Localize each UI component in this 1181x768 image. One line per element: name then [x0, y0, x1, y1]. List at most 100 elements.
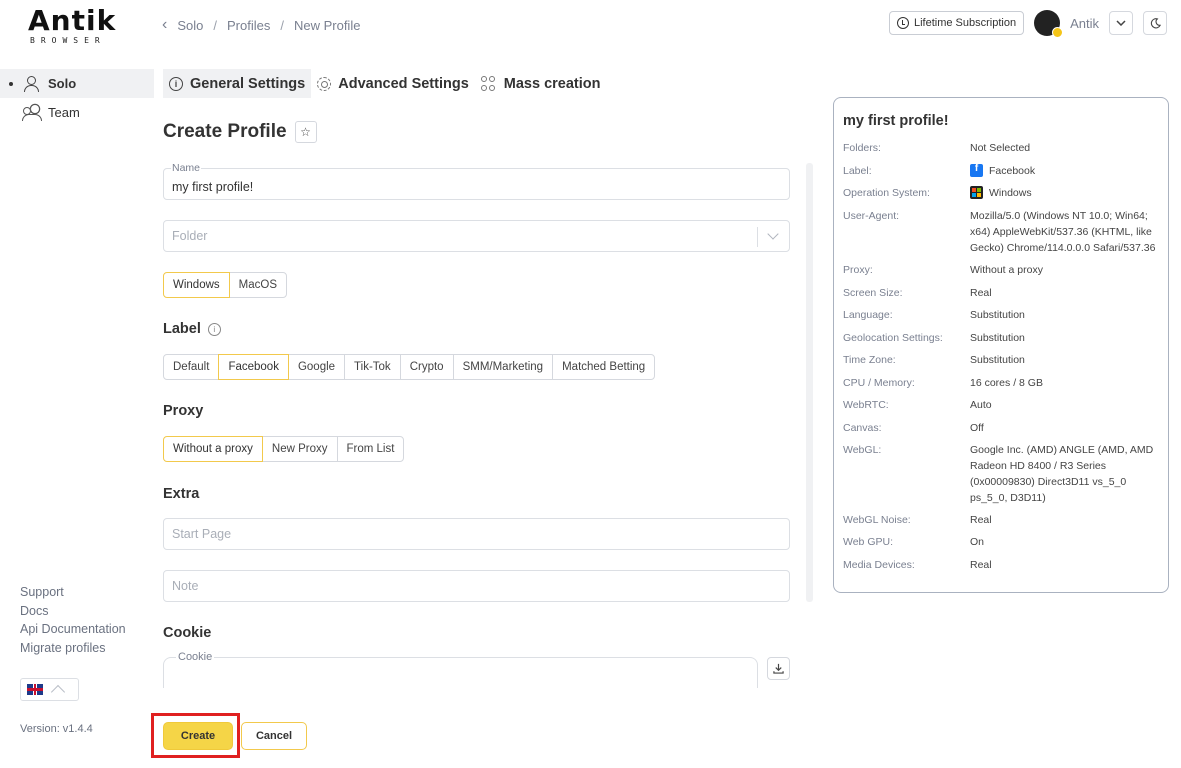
summary-row-media-devices: Media Devices: Real	[843, 557, 1161, 573]
summary-value: Facebook	[989, 165, 1036, 177]
breadcrumb: ‹ Solo / Profiles / New Profile	[162, 16, 360, 34]
gear-icon	[317, 76, 332, 91]
lifetime-subscription-button[interactable]: Lifetime Subscription	[888, 11, 1025, 35]
label-option-matched-betting[interactable]: Matched Betting	[552, 354, 656, 380]
tab-mass-creation[interactable]: Mass creation	[475, 69, 607, 98]
name-input[interactable]	[164, 169, 789, 199]
cookie-section-heading: Cookie	[163, 625, 211, 641]
create-button[interactable]: Create	[163, 722, 233, 750]
tab-advanced-settings[interactable]: Advanced Settings	[311, 69, 475, 98]
os-segmented-control: Windows MacOS	[163, 272, 287, 298]
label-option-default[interactable]: Default	[163, 354, 220, 380]
summary-row-time-zone: Time Zone: Substitution	[843, 352, 1161, 368]
summary-key: Operation System:	[843, 187, 930, 199]
summary-value: On	[970, 536, 985, 548]
cancel-button[interactable]: Cancel	[241, 722, 307, 750]
breadcrumb-new-profile: New Profile	[293, 17, 361, 33]
label-option-tik-tok[interactable]: Tik-Tok	[344, 354, 401, 380]
summary-row-webgl-noise: WebGL Noise: Real	[843, 512, 1161, 528]
name-field-wrapper: Name	[163, 162, 790, 200]
top-right-controls: Lifetime Subscription Antik	[888, 10, 1167, 38]
tab-label: Advanced Settings	[338, 75, 469, 92]
migrate-profiles-link[interactable]: Migrate profiles	[20, 641, 126, 657]
summary-value: Substitution	[970, 309, 1025, 321]
summary-key: WebRTC:	[843, 399, 889, 411]
note-input[interactable]	[164, 571, 789, 601]
summary-key: Language:	[843, 309, 893, 321]
cookie-download-icon[interactable]	[767, 657, 790, 680]
docs-link[interactable]: Docs	[20, 604, 126, 620]
api-documentation-link[interactable]: Api Documentation	[20, 622, 126, 638]
breadcrumb-profiles[interactable]: Profiles	[227, 18, 270, 33]
summary-row-webgl: WebGL: Google Inc. (AMD) ANGLE (AMD, AMD…	[843, 442, 1161, 506]
back-chevron-icon[interactable]: ‹	[162, 16, 167, 34]
chevron-down-icon[interactable]	[757, 227, 789, 247]
avatar[interactable]	[1034, 10, 1064, 38]
label-option-smm-marketing[interactable]: SMM/Marketing	[452, 354, 554, 380]
windows-icon	[970, 186, 983, 199]
os-option-windows[interactable]: Windows	[163, 272, 230, 298]
logo-wordmark: Antik	[28, 4, 117, 37]
proxy-section-heading: Proxy	[163, 403, 203, 419]
note-wrapper	[163, 570, 790, 602]
name-field-label: Name	[171, 162, 202, 174]
language-selector[interactable]	[20, 678, 79, 701]
start-page-input[interactable]	[164, 519, 789, 549]
form-title-row: Create Profile ☆	[163, 121, 317, 143]
breadcrumb-solo[interactable]: Solo	[177, 18, 203, 33]
clock-icon	[896, 17, 909, 29]
folder-select[interactable]	[164, 221, 789, 251]
proxy-segmented-control: Without a proxy New Proxy From List	[163, 436, 405, 462]
cookie-heading: Cookie	[163, 625, 212, 641]
summary-value: Not Selected	[970, 142, 1031, 154]
summary-row-webrtc: WebRTC: Auto	[843, 397, 1161, 413]
grid-icon	[480, 75, 497, 92]
user-menu-chevron-down-icon[interactable]	[1109, 11, 1133, 35]
tab-general-settings[interactable]: i General Settings	[163, 69, 312, 98]
summary-key: CPU / Memory:	[843, 377, 915, 389]
summary-value: Windows	[989, 187, 1032, 199]
start-page-wrapper	[163, 518, 790, 550]
summary-value: Substitution	[970, 354, 1025, 366]
form-scrollbar[interactable]	[806, 163, 813, 602]
team-icon	[22, 105, 42, 121]
proxy-option-new-proxy[interactable]: New Proxy	[261, 436, 338, 462]
summary-value: Off	[970, 422, 984, 434]
summary-key: Canvas:	[843, 422, 882, 434]
breadcrumb-separator: /	[280, 17, 284, 33]
active-dot	[9, 82, 13, 86]
label-option-google[interactable]: Google	[287, 354, 346, 380]
dark-mode-moon-icon[interactable]	[1143, 11, 1167, 35]
summary-key: Proxy:	[843, 264, 873, 276]
support-link[interactable]: Support	[20, 585, 126, 601]
extra-heading: Extra	[163, 486, 200, 502]
summary-key: Media Devices:	[843, 559, 915, 571]
summary-row-canvas: Canvas: Off	[843, 420, 1161, 436]
proxy-heading: Proxy	[163, 403, 204, 419]
summary-row-os: Operation System: Windows	[843, 185, 1161, 201]
proxy-option-from-list[interactable]: From List	[336, 436, 405, 462]
uk-flag-icon	[27, 684, 43, 695]
sidebar-item-team[interactable]: Team	[0, 98, 154, 127]
proxy-option-without-proxy[interactable]: Without a proxy	[163, 436, 263, 462]
label-heading: Label	[163, 321, 201, 337]
cookie-field-label: Cookie	[176, 651, 215, 663]
summary-key: Label:	[843, 165, 872, 177]
sidebar-item-solo[interactable]: Solo	[0, 69, 154, 98]
os-option-macos[interactable]: MacOS	[228, 272, 287, 298]
info-icon[interactable]: i	[207, 322, 221, 336]
summary-value: Mozilla/5.0 (Windows NT 10.0; Win64; x64…	[970, 210, 1156, 254]
summary-row-label: Label: f Facebook	[843, 163, 1161, 179]
label-option-facebook[interactable]: Facebook	[218, 354, 289, 380]
antik-browser-logo: Antik BROWSER	[28, 6, 124, 48]
favorite-star-icon[interactable]: ☆	[294, 121, 317, 143]
cookie-textarea[interactable]: Cookie	[163, 651, 758, 688]
profile-summary-panel: my first profile! Folders: Not Selected …	[833, 97, 1169, 593]
sidebar-item-label: Team	[48, 105, 80, 120]
summary-value: Without a proxy	[970, 264, 1043, 276]
user-name[interactable]: Antik	[1070, 16, 1099, 31]
page-title: Create Profile	[163, 121, 287, 142]
label-option-crypto[interactable]: Crypto	[399, 354, 454, 380]
sidebar-links: Support Docs Api Documentation Migrate p…	[20, 585, 126, 656]
sidebar-nav: Solo Team	[0, 69, 154, 127]
